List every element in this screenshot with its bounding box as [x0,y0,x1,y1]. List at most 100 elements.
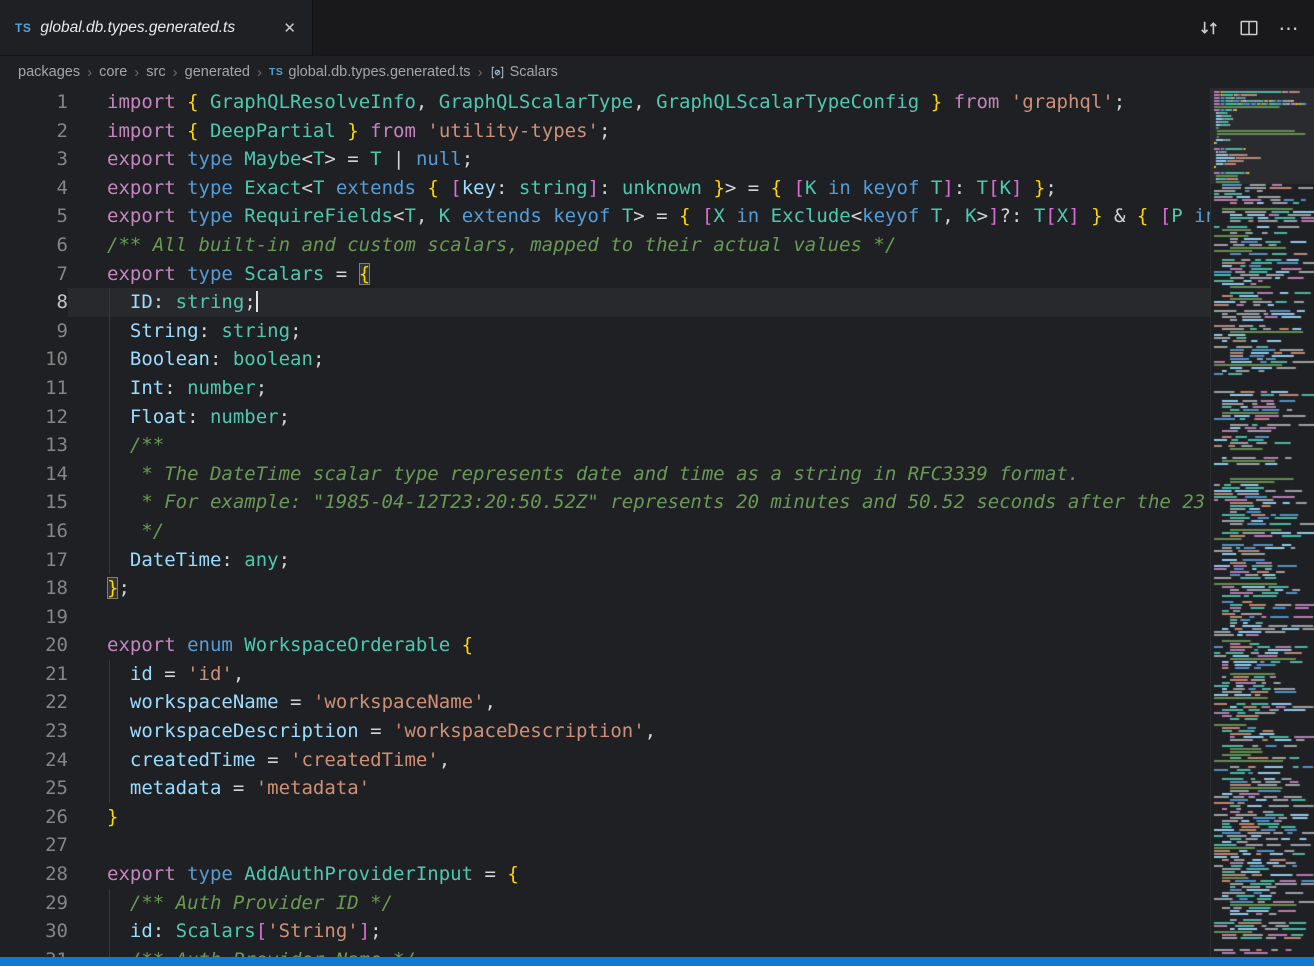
line-number[interactable]: 5 [0,202,68,231]
line-content[interactable]: export type AddAuthProviderInput = { [68,860,1210,889]
line-number[interactable]: 17 [0,546,68,575]
code-line-14[interactable]: 14 * The DateTime scalar type represents… [0,460,1210,489]
line-number[interactable]: 19 [0,603,68,632]
code-line-4[interactable]: 4export type Exact<T extends { [key: str… [0,174,1210,203]
line-content[interactable]: id = 'id', [68,660,1210,689]
line-content[interactable]: Int: number; [68,374,1210,403]
code-line-30[interactable]: 30 id: Scalars['String']; [0,917,1210,946]
line-content[interactable]: workspaceName = 'workspaceName', [68,688,1210,717]
code-line-5[interactable]: 5export type RequireFields<T, K extends … [0,202,1210,231]
line-number[interactable]: 14 [0,460,68,489]
line-content[interactable]: }; [68,574,1210,603]
line-content[interactable]: metadata = 'metadata' [68,774,1210,803]
line-content[interactable]: ID: string; [68,288,1210,317]
line-number[interactable]: 9 [0,317,68,346]
line-content[interactable]: /** Auth Provider Name */ [68,946,1210,957]
line-number[interactable]: 20 [0,631,68,660]
line-number[interactable]: 31 [0,946,68,957]
line-number[interactable]: 2 [0,117,68,146]
code-line-3[interactable]: 3export type Maybe<T> = T | null; [0,145,1210,174]
code-line-6[interactable]: 6/** All built-in and custom scalars, ma… [0,231,1210,260]
line-number[interactable]: 8 [0,288,68,317]
line-number[interactable]: 18 [0,574,68,603]
code-line-23[interactable]: 23 workspaceDescription = 'workspaceDesc… [0,717,1210,746]
code-line-12[interactable]: 12 Float: number; [0,403,1210,432]
line-content[interactable]: export type Maybe<T> = T | null; [68,145,1210,174]
breadcrumb-item-generated[interactable]: generated [185,64,250,80]
line-number[interactable]: 6 [0,231,68,260]
breadcrumb-item-global-db-types-generated-ts[interactable]: TSglobal.db.types.generated.ts [269,64,471,80]
line-number[interactable]: 22 [0,688,68,717]
line-content[interactable]: * The DateTime scalar type represents da… [68,460,1210,489]
split-editor-icon[interactable] [1236,15,1262,41]
more-actions-icon[interactable]: ⋯ [1276,15,1302,41]
code-line-31[interactable]: 31 /** Auth Provider Name */ [0,946,1210,957]
line-content[interactable]: workspaceDescription = 'workspaceDescrip… [68,717,1210,746]
code-line-11[interactable]: 11 Int: number; [0,374,1210,403]
line-number[interactable]: 3 [0,145,68,174]
breadcrumb-item-packages[interactable]: packages [18,64,80,80]
line-number[interactable]: 10 [0,345,68,374]
line-number[interactable]: 13 [0,431,68,460]
line-content[interactable]: DateTime: any; [68,546,1210,575]
line-number[interactable]: 15 [0,488,68,517]
line-content[interactable]: Boolean: boolean; [68,345,1210,374]
code-line-16[interactable]: 16 */ [0,517,1210,546]
code-line-13[interactable]: 13 /** [0,431,1210,460]
line-content[interactable]: * For example: "1985-04-12T23:20:50.52Z"… [68,488,1210,517]
code-line-26[interactable]: 26} [0,803,1210,832]
line-number[interactable]: 28 [0,860,68,889]
code-line-29[interactable]: 29 /** Auth Provider ID */ [0,889,1210,918]
code-line-7[interactable]: 7export type Scalars = { [0,260,1210,289]
breadcrumb-item-scalars[interactable]: Scalars [490,64,558,80]
close-tab-icon[interactable]: ✕ [279,17,300,39]
code-line-22[interactable]: 22 workspaceName = 'workspaceName', [0,688,1210,717]
line-content[interactable]: */ [68,517,1210,546]
line-number[interactable]: 24 [0,746,68,775]
line-content[interactable]: createdTime = 'createdTime', [68,746,1210,775]
line-content[interactable]: export enum WorkspaceOrderable { [68,631,1210,660]
line-number[interactable]: 11 [0,374,68,403]
code-line-2[interactable]: 2import { DeepPartial } from 'utility-ty… [0,117,1210,146]
line-content[interactable]: export type RequireFields<T, K extends k… [68,202,1210,231]
minimap[interactable] [1210,88,1314,957]
editor[interactable]: 1import { GraphQLResolveInfo, GraphQLSca… [0,88,1314,957]
line-number[interactable]: 25 [0,774,68,803]
open-changes-icon[interactable] [1196,15,1222,41]
line-number[interactable]: 30 [0,917,68,946]
tab-global-db-types-generated[interactable]: TS global.db.types.generated.ts ✕ [0,0,313,55]
line-content[interactable]: id: Scalars['String']; [68,917,1210,946]
code-line-24[interactable]: 24 createdTime = 'createdTime', [0,746,1210,775]
code-line-21[interactable]: 21 id = 'id', [0,660,1210,689]
line-number[interactable]: 1 [0,88,68,117]
line-content[interactable]: } [68,803,1210,832]
code-line-9[interactable]: 9 String: string; [0,317,1210,346]
breadcrumb-item-core[interactable]: core [99,64,127,80]
code-line-10[interactable]: 10 Boolean: boolean; [0,345,1210,374]
code-line-25[interactable]: 25 metadata = 'metadata' [0,774,1210,803]
code-area[interactable]: 1import { GraphQLResolveInfo, GraphQLSca… [0,88,1210,957]
line-content[interactable]: export type Exact<T extends { [key: stri… [68,174,1210,203]
line-content[interactable]: Float: number; [68,403,1210,432]
line-number[interactable]: 4 [0,174,68,203]
line-content[interactable]: /** Auth Provider ID */ [68,889,1210,918]
line-content[interactable] [68,603,1210,632]
code-line-28[interactable]: 28export type AddAuthProviderInput = { [0,860,1210,889]
line-content[interactable]: import { GraphQLResolveInfo, GraphQLScal… [68,88,1210,117]
line-content[interactable]: /** All built-in and custom scalars, map… [68,231,1210,260]
line-number[interactable]: 23 [0,717,68,746]
code-line-18[interactable]: 18}; [0,574,1210,603]
code-line-15[interactable]: 15 * For example: "1985-04-12T23:20:50.5… [0,488,1210,517]
code-line-20[interactable]: 20export enum WorkspaceOrderable { [0,631,1210,660]
line-number[interactable]: 27 [0,831,68,860]
line-number[interactable]: 21 [0,660,68,689]
code-line-1[interactable]: 1import { GraphQLResolveInfo, GraphQLSca… [0,88,1210,117]
line-content[interactable] [68,831,1210,860]
code-line-8[interactable]: 8 ID: string; [0,288,1210,317]
line-number[interactable]: 29 [0,889,68,918]
code-line-27[interactable]: 27 [0,831,1210,860]
code-line-19[interactable]: 19 [0,603,1210,632]
breadcrumb-item-src[interactable]: src [146,64,165,80]
line-number[interactable]: 7 [0,260,68,289]
line-content[interactable]: export type Scalars = { [68,260,1210,289]
